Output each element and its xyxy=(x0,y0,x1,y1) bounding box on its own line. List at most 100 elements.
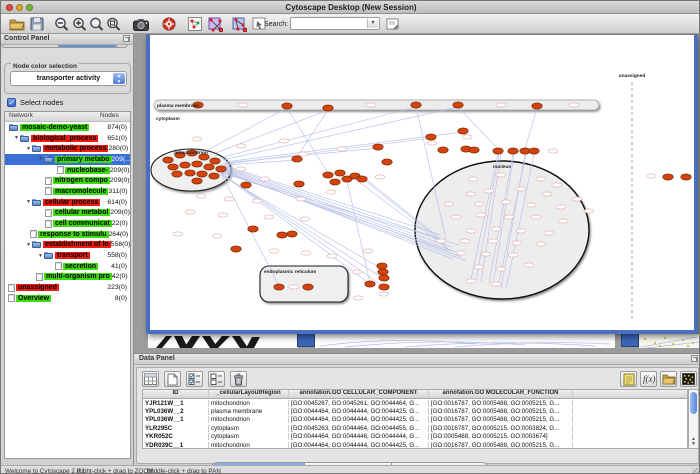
notes-icon[interactable] xyxy=(620,371,637,387)
node-label-pill[interactable] xyxy=(279,139,289,143)
graph-node[interactable] xyxy=(330,179,340,185)
node-label-pill[interactable] xyxy=(524,263,534,267)
node-label-pill[interactable] xyxy=(466,279,476,283)
graph-node[interactable] xyxy=(382,159,392,165)
graph-node[interactable] xyxy=(681,174,691,180)
node-label-pill[interactable] xyxy=(300,217,310,221)
graph-node[interactable] xyxy=(287,231,297,237)
graph-node[interactable] xyxy=(292,156,302,162)
node-label-pill[interactable] xyxy=(508,253,518,257)
background-window-fragment[interactable] xyxy=(148,333,298,348)
table-cell[interactable]: [GO:0044464, GO:0044444, GO:0044425, G..… xyxy=(289,408,429,415)
table-cell[interactable]: cytoplasm xyxy=(209,425,289,432)
node-label-pill[interactable] xyxy=(218,213,228,217)
column-header[interactable]: ID xyxy=(143,390,209,398)
canvas-background[interactable] xyxy=(150,35,694,321)
float-data-panel-icon[interactable] xyxy=(691,355,698,362)
new-attribute-icon[interactable] xyxy=(164,371,181,387)
node-label-pill[interactable] xyxy=(474,265,484,269)
tree-row[interactable]: nucleobase-209(0) xyxy=(5,165,130,176)
table-cell[interactable]: [GO:0005488, GO:0005215, GO:0003674] xyxy=(429,433,573,440)
table-cell[interactable]: [GO:0016787, GO:0005488, GO:0005215, G..… xyxy=(429,416,573,423)
column-header[interactable]: _cellularLayoutRegion xyxy=(209,390,289,398)
node-label-pill[interactable] xyxy=(301,251,311,255)
graph-node[interactable] xyxy=(493,148,503,154)
graph-node[interactable] xyxy=(379,284,389,290)
snapshot-icon[interactable] xyxy=(133,16,149,32)
graph-node[interactable] xyxy=(529,148,539,154)
node-label-pill[interactable] xyxy=(298,152,308,156)
graph-node[interactable] xyxy=(379,275,389,281)
node-label-pill[interactable] xyxy=(296,197,306,201)
zoom-region-icon[interactable] xyxy=(105,16,121,32)
node-label-pill[interactable] xyxy=(544,231,554,235)
node-label-pill[interactable] xyxy=(462,135,472,139)
configure-search-icon[interactable] xyxy=(385,16,401,32)
scrollbar-thumb[interactable] xyxy=(690,392,697,414)
graph-node[interactable] xyxy=(248,226,258,232)
node-label-pill[interactable] xyxy=(548,149,558,153)
node-label-pill[interactable] xyxy=(366,103,376,107)
graph-node[interactable] xyxy=(411,102,421,108)
table-row[interactable]: YJR121W__1mitochondrion[GO:0045267, GO:0… xyxy=(143,399,687,407)
table-scrollbar[interactable]: ▲▼ xyxy=(688,389,699,449)
tree-row[interactable]: secretion41(0) xyxy=(5,261,130,272)
delete-attribute-icon[interactable] xyxy=(230,371,247,387)
cell-id[interactable]: YPL036W__2 xyxy=(143,408,209,415)
table-cell[interactable]: [GO:0016787, GO:0005488, GO:0005215, G..… xyxy=(429,408,573,415)
graph-node[interactable] xyxy=(185,170,195,176)
select-attributes-icon[interactable] xyxy=(186,371,203,387)
node-label-pill[interactable] xyxy=(327,254,337,258)
tree-row[interactable]: ▼biological_process651(0) xyxy=(5,133,130,144)
graph-node[interactable] xyxy=(294,181,304,187)
unselect-attributes-icon[interactable] xyxy=(208,371,225,387)
save-icon[interactable] xyxy=(29,16,45,32)
graph-node[interactable] xyxy=(168,164,178,170)
tree-row[interactable]: cellular metabol209(0) xyxy=(5,208,130,219)
node-label-pill[interactable] xyxy=(451,215,461,219)
graph-node[interactable] xyxy=(282,103,292,109)
node-label-pill[interactable] xyxy=(488,239,498,243)
search-input[interactable]: ▾ xyxy=(290,17,380,30)
node-label-pill[interactable] xyxy=(427,141,437,145)
node-label-pill[interactable] xyxy=(185,210,195,214)
node-label-pill[interactable] xyxy=(558,219,568,223)
tree-row[interactable]: mosaic-demo-yeast874(0) xyxy=(5,122,130,133)
column-header[interactable]: annotation.GO MOLECULAR_FUNCTION xyxy=(429,390,573,398)
table-cell[interactable]: [GO:0016787, GO:0005488, GO:0005215, G..… xyxy=(429,442,573,449)
graph-node[interactable] xyxy=(303,284,313,290)
node-label-pill[interactable] xyxy=(552,183,562,187)
dropdown-stepper-icon[interactable]: ▲▼ xyxy=(113,73,125,84)
resize-grip[interactable] xyxy=(693,468,700,474)
tree-row[interactable]: ▼establishment of lo558(0) xyxy=(5,240,130,251)
node-label-pill[interactable] xyxy=(192,137,202,141)
node-label-pill[interactable] xyxy=(375,175,385,179)
graph-node[interactable] xyxy=(335,170,345,176)
table-cell[interactable]: [GO:0044464, GO:0044446, GO:0044444, G..… xyxy=(289,433,429,440)
node-label-pill[interactable] xyxy=(236,144,246,148)
graph-node[interactable] xyxy=(172,171,182,177)
tree-row[interactable]: ▼transport558(0) xyxy=(5,250,130,261)
table-row[interactable]: YKR052Ccytoplasm[GO:0044464, GO:0044446,… xyxy=(143,433,687,441)
graph-node[interactable] xyxy=(192,161,202,167)
graph-node[interactable] xyxy=(508,148,518,154)
tree-row[interactable]: ▼primary metabo209(... xyxy=(5,154,130,165)
node-label-pill[interactable] xyxy=(516,187,526,191)
graph-node[interactable] xyxy=(469,147,479,153)
tree-row[interactable]: multi-organism pro42(0) xyxy=(5,272,130,283)
cell-id[interactable]: YKR052C xyxy=(143,433,209,440)
expand-arrow-icon[interactable]: ▼ xyxy=(25,146,32,152)
tree-row[interactable]: Overview8(0) xyxy=(5,293,130,304)
search-dropdown-icon[interactable]: ▾ xyxy=(367,19,378,28)
node-label-pill[interactable] xyxy=(173,232,183,236)
node-label-pill[interactable] xyxy=(531,215,541,219)
table-cell[interactable]: [GO:0044464, GO:0044444, GO:0044425, G..… xyxy=(289,416,429,423)
table-cell[interactable]: cytoplasm xyxy=(209,433,289,440)
graph-node[interactable] xyxy=(210,158,220,164)
graph-node[interactable] xyxy=(209,173,219,179)
graph-node[interactable] xyxy=(180,162,190,168)
node-label-pill[interactable] xyxy=(236,167,246,171)
zoom-fit-icon[interactable] xyxy=(88,16,104,32)
expand-arrow-icon[interactable]: ▼ xyxy=(37,253,44,259)
graph-node[interactable] xyxy=(323,172,333,178)
